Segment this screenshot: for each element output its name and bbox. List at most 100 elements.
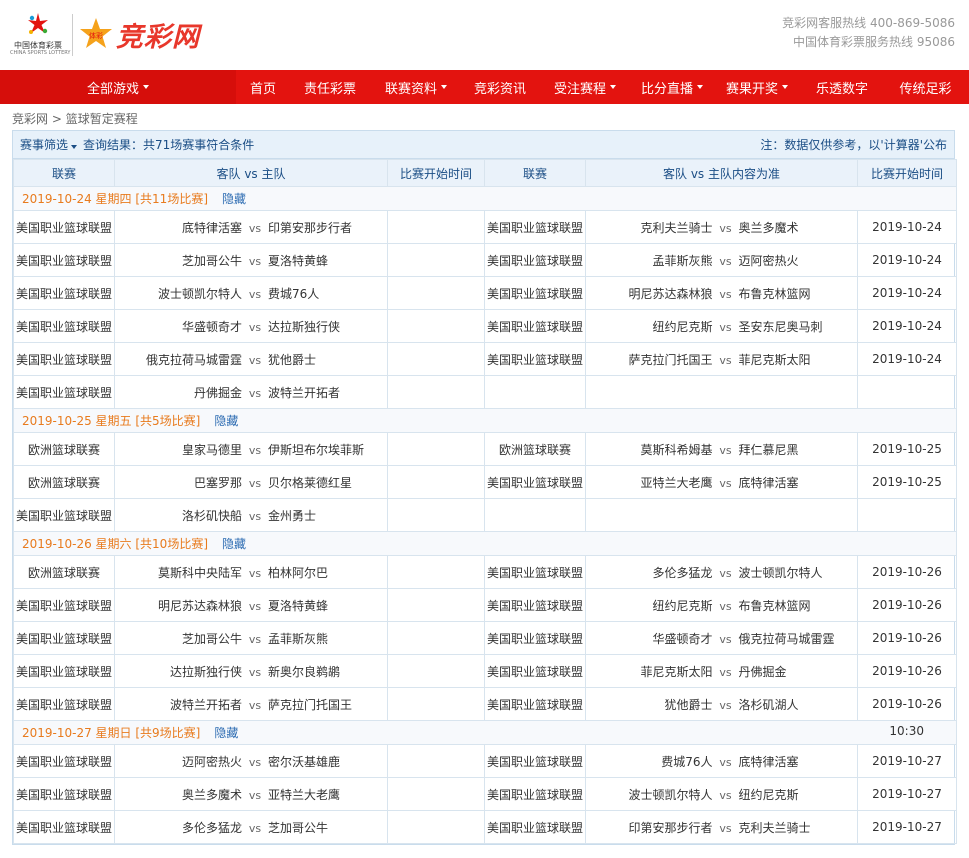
league-name[interactable]: 欧洲篮球联赛	[13, 465, 115, 499]
away-team[interactable]: 迈阿密热火	[122, 753, 242, 770]
home-team[interactable]: 夏洛特黄蜂	[268, 252, 380, 269]
league-name[interactable]: 美国职业篮球联盟	[13, 210, 115, 244]
away-team[interactable]: 克利夫兰骑士	[593, 219, 712, 236]
nav-item-live-score[interactable]: 比分直播	[632, 70, 712, 104]
away-team[interactable]: 俄克拉荷马城雷霆	[122, 351, 242, 368]
away-team[interactable]: 底特律活塞	[122, 219, 242, 236]
league-name[interactable]: 美国职业篮球联盟	[13, 588, 115, 622]
away-team[interactable]: 明尼苏达森林狼	[593, 285, 712, 302]
league-name[interactable]: 美国职业篮球联盟	[13, 744, 115, 778]
league-name[interactable]: 美国职业篮球联盟	[484, 276, 586, 310]
league-name[interactable]: 美国职业篮球联盟	[13, 276, 115, 310]
league-name[interactable]: 美国职业篮球联盟	[13, 375, 115, 409]
league-name[interactable]: 美国职业篮球联盟	[13, 309, 115, 343]
away-team[interactable]: 明尼苏达森林狼	[122, 597, 242, 614]
away-team[interactable]: 达拉斯独行侠	[122, 663, 242, 680]
league-name[interactable]: 美国职业篮球联盟	[484, 621, 586, 655]
league-name[interactable]: 美国职业篮球联盟	[484, 309, 586, 343]
league-name[interactable]: 美国职业篮球联盟	[13, 777, 115, 811]
league-name[interactable]: 欧洲篮球联赛	[13, 555, 115, 589]
nav-item-traditional[interactable]: 传统足彩	[882, 70, 969, 104]
home-team[interactable]: 俄克拉荷马城雷霆	[739, 630, 851, 647]
league-name[interactable]: 美国职业篮球联盟	[484, 465, 586, 499]
nav-all-games[interactable]: 全部游戏	[0, 70, 236, 104]
jingcai-logo[interactable]: 体彩 竞彩网	[78, 12, 200, 56]
away-team[interactable]: 波特兰开拓者	[122, 696, 242, 713]
home-team[interactable]: 底特律活塞	[739, 753, 851, 770]
home-team[interactable]: 亚特兰大老鹰	[268, 786, 380, 803]
league-name[interactable]: 美国职业篮球联盟	[13, 498, 115, 532]
away-team[interactable]: 巴塞罗那	[122, 474, 242, 491]
hide-toggle[interactable]: 隐藏	[214, 726, 238, 740]
league-name[interactable]: 美国职业篮球联盟	[484, 654, 586, 688]
league-name[interactable]: 美国职业篮球联盟	[484, 687, 586, 721]
home-team[interactable]: 丹佛掘金	[739, 663, 851, 680]
home-team[interactable]: 纽约尼克斯	[739, 786, 851, 803]
away-team[interactable]: 皇家马德里	[122, 441, 242, 458]
home-team[interactable]: 芝加哥公牛	[268, 819, 380, 836]
league-name[interactable]: 美国职业篮球联盟	[13, 654, 115, 688]
away-team[interactable]: 印第安那步行者	[593, 819, 712, 836]
league-name[interactable]: 美国职业篮球联盟	[13, 342, 115, 376]
home-team[interactable]: 夏洛特黄蜂	[268, 597, 380, 614]
home-team[interactable]: 奥兰多魔术	[739, 219, 851, 236]
away-team[interactable]: 莫斯科中央陆军	[122, 564, 242, 581]
hide-toggle[interactable]: 隐藏	[222, 537, 246, 551]
home-team[interactable]: 柏林阿尔巴	[268, 564, 380, 581]
away-team[interactable]: 芝加哥公牛	[122, 252, 242, 269]
home-team[interactable]: 新奥尔良鹈鹕	[268, 663, 380, 680]
home-team[interactable]: 洛杉矶湖人	[739, 696, 851, 713]
home-team[interactable]: 伊斯坦布尔埃菲斯	[268, 441, 380, 458]
away-team[interactable]: 华盛顿奇才	[593, 630, 712, 647]
home-team[interactable]: 达拉斯独行侠	[268, 318, 380, 335]
away-team[interactable]: 亚特兰大老鹰	[593, 474, 712, 491]
nav-item-results[interactable]: 赛果开奖	[712, 70, 802, 104]
away-team[interactable]: 费城76人	[593, 753, 712, 770]
away-team[interactable]: 丹佛掘金	[122, 384, 242, 401]
nav-item-responsible[interactable]: 责任彩票	[290, 70, 370, 104]
away-team[interactable]: 菲尼克斯太阳	[593, 663, 712, 680]
league-name[interactable]: 美国职业篮球联盟	[484, 210, 586, 244]
nav-item-home[interactable]: 首页	[236, 70, 290, 104]
league-name[interactable]: 美国职业篮球联盟	[484, 243, 586, 277]
away-team[interactable]: 芝加哥公牛	[122, 630, 242, 647]
league-name[interactable]: 欧洲篮球联赛	[484, 432, 586, 466]
nav-item-news[interactable]: 竞彩资讯	[462, 70, 538, 104]
league-name[interactable]: 美国职业篮球联盟	[484, 810, 586, 844]
home-team[interactable]: 布鲁克林篮网	[739, 285, 851, 302]
league-name[interactable]: 美国职业篮球联盟	[13, 243, 115, 277]
home-team[interactable]: 萨克拉门托国王	[268, 696, 380, 713]
away-team[interactable]: 犹他爵士	[593, 696, 712, 713]
away-team[interactable]: 纽约尼克斯	[593, 597, 712, 614]
home-team[interactable]: 波特兰开拓者	[268, 384, 380, 401]
nav-item-lotto[interactable]: 乐透数字	[802, 70, 882, 104]
away-team[interactable]: 孟菲斯灰熊	[593, 252, 712, 269]
home-team[interactable]: 克利夫兰骑士	[739, 819, 851, 836]
home-team[interactable]: 印第安那步行者	[268, 219, 380, 236]
home-team[interactable]: 费城76人	[268, 285, 380, 302]
away-team[interactable]: 纽约尼克斯	[593, 318, 712, 335]
away-team[interactable]: 华盛顿奇才	[122, 318, 242, 335]
china-sports-lottery-logo[interactable]: 中国体育彩票 CHINA SPORTS LOTTERY	[10, 12, 70, 58]
away-team[interactable]: 波士顿凯尔特人	[122, 285, 242, 302]
away-team[interactable]: 莫斯科希姆基	[593, 441, 712, 458]
away-team[interactable]: 奥兰多魔术	[122, 786, 242, 803]
league-name[interactable]: 美国职业篮球联盟	[484, 777, 586, 811]
home-team[interactable]: 金州勇士	[268, 507, 380, 524]
home-team[interactable]: 密尔沃基雄鹿	[268, 753, 380, 770]
league-name[interactable]: 欧洲篮球联赛	[13, 432, 115, 466]
nav-item-schedule[interactable]: 受注赛程	[538, 70, 632, 104]
breadcrumb-home[interactable]: 竞彩网	[12, 112, 48, 126]
league-name[interactable]: 美国职业篮球联盟	[13, 810, 115, 844]
home-team[interactable]: 孟菲斯灰熊	[268, 630, 380, 647]
home-team[interactable]: 犹他爵士	[268, 351, 380, 368]
league-name[interactable]: 美国职业篮球联盟	[484, 744, 586, 778]
league-name[interactable]: 美国职业篮球联盟	[484, 342, 586, 376]
hide-toggle[interactable]: 隐藏	[214, 414, 238, 428]
league-name[interactable]: 美国职业篮球联盟	[13, 687, 115, 721]
away-team[interactable]: 波士顿凯尔特人	[593, 786, 712, 803]
home-team[interactable]: 圣安东尼奥马刺	[739, 318, 851, 335]
filter-dropdown[interactable]: 赛事筛选	[20, 136, 83, 153]
home-team[interactable]: 菲尼克斯太阳	[739, 351, 851, 368]
home-team[interactable]: 布鲁克林篮网	[739, 597, 851, 614]
